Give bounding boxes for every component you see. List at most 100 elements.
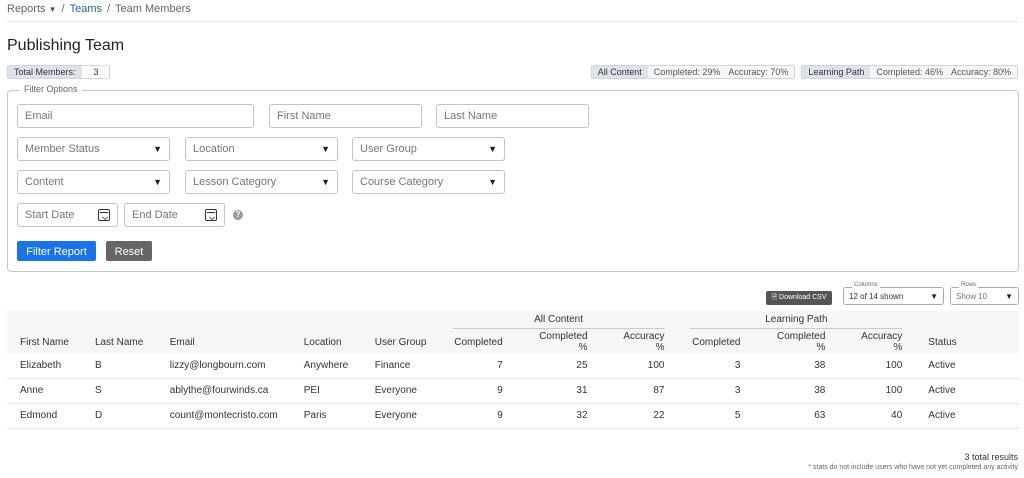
table-cell: Paris (290, 403, 362, 429)
learning-path-completed: Completed: 46% (876, 67, 943, 77)
location-value: Location (193, 143, 235, 155)
column-header[interactable]: Status (915, 331, 1019, 353)
table-cell: Anywhere (290, 353, 362, 379)
email-input[interactable]: Email (17, 104, 254, 128)
table-row: Edmond Dcount@montecristo.com Paris Everyon… (7, 403, 1019, 429)
start-date-placeholder: Start Date (25, 209, 75, 221)
table-cell: 38 (753, 378, 839, 404)
all-content-stats: All Content Completed: 29% Accuracy: 70% (590, 65, 796, 79)
breadcrumb-reports[interactable]: Reports ▼ (7, 3, 57, 15)
first-name-input[interactable]: First Name (269, 104, 422, 128)
table-row: Anne Sablythe@fourwinds.ca PEI Everyone 9 31 8… (7, 378, 1019, 404)
table-cell: Active (915, 403, 1019, 429)
chevron-down-icon: ▼ (488, 144, 497, 154)
chevron-down-icon: ▼ (321, 177, 330, 187)
total-members-label: Total Members: (8, 66, 82, 78)
filter-report-button[interactable]: Filter Report (17, 241, 96, 261)
group-header-all-content: All Content (440, 311, 678, 331)
column-header[interactable]: Accuracy % (601, 331, 678, 353)
last-name-input[interactable]: Last Name (436, 104, 589, 128)
table-cell: 31 (515, 378, 601, 404)
table-cell: 40 (838, 403, 916, 429)
calendar-icon[interactable] (205, 209, 217, 221)
top-divider (7, 21, 1018, 22)
column-header[interactable]: Accuracy % (838, 331, 915, 353)
column-header[interactable]: Last Name (82, 331, 157, 353)
lesson-category-select[interactable]: Lesson Category ▼ (185, 170, 338, 194)
table-cell: count@montecristo.com (156, 403, 291, 429)
rows-label: Rows (959, 282, 979, 288)
column-header[interactable]: Completed % (516, 331, 601, 353)
start-date-input[interactable]: Start Date (17, 203, 118, 227)
breadcrumb: Reports ▼ / Teams / Team Members (7, 3, 191, 15)
columns-select[interactable]: Columns 12 of 14 shown ▼ (843, 282, 944, 305)
total-members-value: 3 (81, 66, 109, 78)
page-title: Publishing Team (7, 37, 125, 54)
table-cell: Edmond (7, 403, 82, 429)
member-status-select[interactable]: Member Status ▼ (17, 137, 170, 161)
table-cell: 87 (600, 378, 678, 404)
caret-down-icon: ▼ (48, 5, 57, 14)
chevron-down-icon: ▼ (488, 177, 497, 187)
table-cell: 3 (677, 353, 754, 379)
chevron-down-icon: ▼ (930, 291, 938, 301)
member-status-value: Member Status (25, 143, 100, 155)
breadcrumb-teams[interactable]: Teams (70, 3, 102, 15)
learning-path-stats: Learning Path Completed: 46% Accuracy: 8… (801, 65, 1018, 79)
table-cell: 63 (753, 403, 839, 429)
members-table: All Content Learning Path First Name Last… (7, 311, 1019, 429)
table-cell: D (81, 403, 157, 429)
column-header[interactable]: User Group (362, 331, 440, 353)
table-cell: Elizabeth (7, 353, 82, 379)
columns-value: 12 of 14 shown (849, 291, 904, 301)
columns-label: Columns (852, 282, 880, 288)
column-header[interactable]: Completed (440, 331, 516, 353)
table-cell: 9 (439, 403, 516, 429)
learning-path-label: Learning Path (802, 66, 871, 78)
table-cell: Everyone (361, 403, 440, 429)
total-members-badge: Total Members: 3 (7, 65, 110, 79)
user-group-select[interactable]: User Group ▼ (352, 137, 505, 161)
content-value: Content (25, 176, 64, 188)
column-header[interactable]: First Name (7, 331, 82, 353)
breadcrumb-reports-label: Reports (7, 3, 46, 15)
table-row: Elizabeth Blizzy@longbourn.com Anywhere Fin… (7, 353, 1019, 379)
end-date-input[interactable]: End Date (124, 203, 225, 227)
rows-value: Show 10 (956, 291, 988, 301)
stats-footnote: * stats do not include users who have no… (808, 464, 1018, 471)
help-icon[interactable]: ? (233, 210, 243, 220)
table-cell: ablythe@fourwinds.ca (156, 378, 291, 404)
column-header[interactable]: Email (157, 331, 291, 353)
stat-pills: All Content Completed: 29% Accuracy: 70%… (590, 65, 1018, 79)
reset-button[interactable]: Reset (106, 241, 152, 261)
course-category-select[interactable]: Course Category ▼ (352, 170, 505, 194)
table-cell: 100 (600, 353, 678, 379)
table-cell: S (81, 378, 157, 404)
group-header-learning-path: Learning Path (677, 311, 915, 331)
all-content-completed: Completed: 29% (653, 67, 721, 77)
content-select[interactable]: Content ▼ (17, 170, 170, 194)
column-header[interactable]: Completed % (753, 331, 838, 353)
table-cell: Active (915, 353, 1019, 379)
user-group-value: User Group (360, 143, 417, 155)
breadcrumb-separator: / (106, 3, 111, 15)
table-cell: 5 (677, 403, 754, 429)
rows-select[interactable]: Rows Show 10 ▼ (950, 282, 1019, 305)
total-results: 3 total results (964, 452, 1018, 462)
course-category-value: Course Category (360, 176, 444, 188)
table-cell: 32 (515, 403, 601, 429)
calendar-icon[interactable] (98, 209, 110, 221)
download-csv-button[interactable]: 🗎 Download CSV (766, 291, 832, 305)
learning-path-accuracy: Accuracy: 80% (950, 67, 1011, 77)
table-cell: Active (915, 378, 1019, 404)
table-cell: 7 (439, 353, 516, 379)
table-cell: Anne (7, 378, 82, 404)
column-header[interactable]: Location (291, 331, 362, 353)
location-select[interactable]: Location ▼ (185, 137, 338, 161)
table-cell: 3 (677, 378, 754, 404)
breadcrumb-separator: / (61, 3, 65, 15)
end-date-placeholder: End Date (132, 209, 178, 221)
column-header[interactable]: Completed (677, 331, 753, 353)
filter-options-legend: Filter Options (20, 84, 82, 94)
table-cell: 22 (600, 403, 678, 429)
